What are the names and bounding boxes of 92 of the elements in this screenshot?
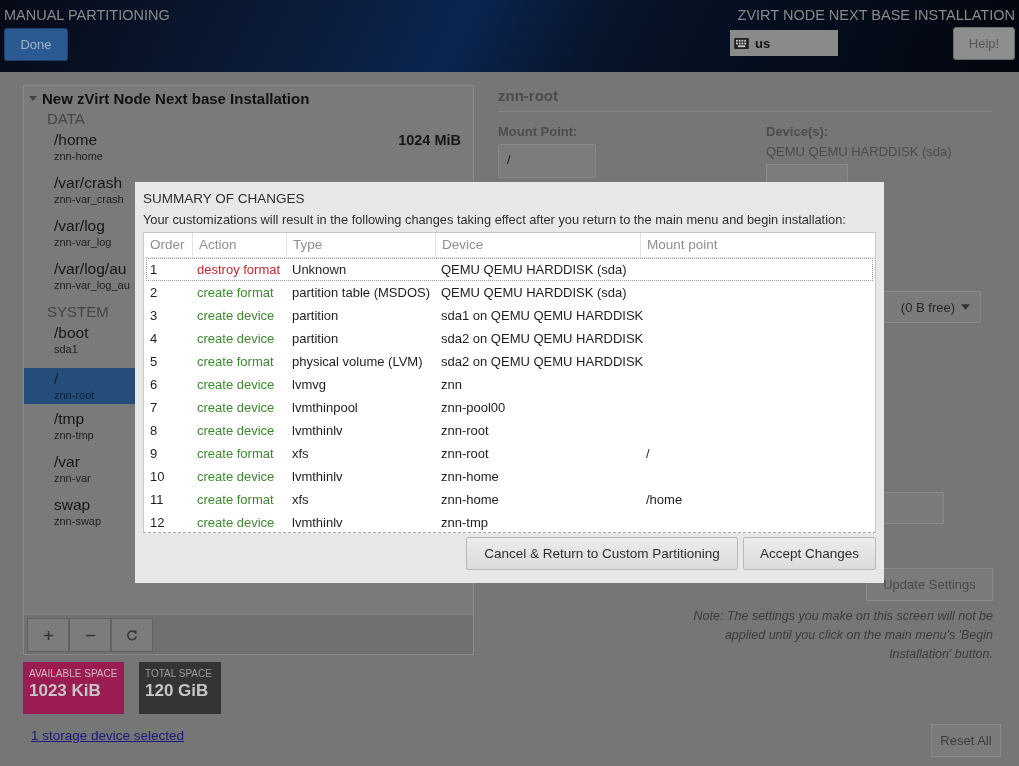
page-title: MANUAL PARTITIONING bbox=[4, 7, 170, 23]
column-header[interactable]: Mount point bbox=[640, 233, 875, 257]
table-cell-text: xfs bbox=[291, 446, 310, 461]
table-cell-text: QEMU QEMU HARDDISK (sda) bbox=[440, 285, 628, 300]
table-cell-text: 8 bbox=[149, 423, 159, 438]
table-cell-text: create format bbox=[196, 492, 275, 507]
table-cell-text: lvmthinlv bbox=[291, 469, 344, 484]
table-cell-text: 12 bbox=[149, 515, 166, 530]
reset-all-button[interactable]: Reset All bbox=[931, 724, 1001, 757]
table-row[interactable]: 5 create format physical volume (LVM) sda2 on QEMU QEMU HARDDISK bbox=[146, 350, 873, 373]
column-header[interactable]: Action bbox=[192, 233, 286, 257]
dialog-title: SUMMARY OF CHANGES bbox=[143, 191, 306, 206]
table-cell-text: / bbox=[645, 446, 651, 461]
table-row[interactable]: 9 create format xfs znn-root / bbox=[146, 442, 873, 465]
table-cell-text: create device bbox=[196, 469, 276, 484]
table-cell-text: znn-tmp bbox=[440, 515, 489, 530]
table-cell-text: physical volume (LVM) bbox=[291, 354, 424, 369]
table-cell-text: lvmthinlv bbox=[291, 515, 344, 530]
table-cell-text: znn-pool00 bbox=[440, 400, 507, 415]
column-header[interactable]: Order bbox=[144, 233, 192, 257]
add-button[interactable] bbox=[27, 618, 69, 652]
table-row[interactable]: 11 create format xfs znn-home /home bbox=[146, 488, 873, 511]
table-cell-text: 11 bbox=[149, 492, 165, 507]
table-cell-text: partition table (MSDOS) bbox=[291, 285, 431, 300]
table-cell-text: 9 bbox=[149, 446, 159, 461]
table-cell-text: xfs bbox=[291, 492, 310, 507]
help-button[interactable]: Help! bbox=[953, 27, 1015, 60]
table-row[interactable]: 12 create device lvmthinlv znn-tmp bbox=[146, 511, 873, 532]
table-cell-text: create device bbox=[196, 331, 276, 346]
table-cell-text: znn-root bbox=[440, 446, 490, 461]
cancel-button[interactable]: Cancel & Return to Custom Partitioning bbox=[466, 537, 738, 570]
table-row[interactable]: 8 create device lvmthinlv znn-root bbox=[146, 419, 873, 442]
installation-title: New zVirt Node Next base Installation bbox=[42, 89, 310, 107]
table-cell-text: 1 bbox=[149, 262, 159, 277]
table-cell-text: znn-home bbox=[440, 469, 500, 484]
remove-button[interactable] bbox=[69, 618, 111, 652]
table-row[interactable]: 7 create device lvmthinpool znn-pool00 bbox=[146, 396, 873, 419]
table-row[interactable]: 3 create device partition sda1 on QEMU QEMU HARDDISK bbox=[146, 304, 873, 327]
table-row[interactable]: 10 create device lvmthinlv znn-home bbox=[146, 465, 873, 488]
table-cell-text: lvmvg bbox=[291, 377, 327, 392]
refresh-button[interactable] bbox=[111, 618, 153, 652]
partition-item[interactable]: /home 1024 MiB znn-home bbox=[24, 129, 473, 172]
dropdown-caret-icon bbox=[961, 304, 970, 310]
table-cell-text: create device bbox=[196, 423, 276, 438]
accept-changes-button[interactable]: Accept Changes bbox=[743, 537, 876, 570]
table-cell-text: /home bbox=[645, 492, 684, 507]
table-cell-text: sda1 on QEMU QEMU HARDDISK bbox=[440, 308, 643, 323]
table-cell-text: create format bbox=[196, 446, 275, 461]
column-header[interactable]: Type bbox=[286, 233, 435, 257]
available-space-box: AVAILABLE SPACE 1023 KiB bbox=[23, 662, 124, 714]
table-cell-text: Unknown bbox=[291, 262, 348, 277]
table-row[interactable]: 4 create device partition sda2 on QEMU QEMU HARDDISK bbox=[146, 327, 873, 350]
table-cell-text: partition bbox=[291, 331, 340, 346]
table-cell-text: destroy format bbox=[196, 262, 282, 277]
mount-point-field[interactable]: / bbox=[498, 144, 596, 178]
table-cell-text: 3 bbox=[149, 308, 159, 323]
table-cell-text: 7 bbox=[149, 400, 159, 415]
table-cell-text: create device bbox=[196, 308, 276, 323]
table-cell-text: create format bbox=[196, 285, 275, 300]
table-cell-text: 2 bbox=[149, 285, 159, 300]
keyboard-layout-field[interactable]: us bbox=[730, 30, 838, 56]
table-cell-text: QEMU QEMU HARDDISK (sda) bbox=[440, 262, 628, 277]
done-button[interactable]: Done bbox=[4, 28, 68, 61]
table-cell-text: znn-home bbox=[440, 492, 500, 507]
table-cell-text: 4 bbox=[149, 331, 159, 346]
table-cell-text: partition bbox=[291, 308, 340, 323]
keyboard-icon bbox=[734, 37, 749, 49]
column-header[interactable]: Device bbox=[435, 233, 640, 257]
table-cell-text: create format bbox=[196, 354, 275, 369]
table-cell-text: 10 bbox=[149, 469, 166, 484]
table-row[interactable]: 1 destroy format Unknown QEMU QEMU HARDDISK (sda) bbox=[146, 258, 873, 281]
total-space-box: TOTAL SPACE 120 GiB bbox=[139, 662, 221, 714]
storage-device-link[interactable]: 1 storage device selected bbox=[31, 728, 185, 743]
table-cell-text: znn bbox=[440, 377, 463, 392]
table-row[interactable]: 6 create device lvmvg znn bbox=[146, 373, 873, 396]
table-cell-text: create device bbox=[196, 400, 276, 415]
table-cell-text: create device bbox=[196, 515, 276, 530]
table-cell-text: sda2 on QEMU QEMU HARDDISK bbox=[440, 331, 643, 346]
table-cell-text: znn-root bbox=[440, 423, 490, 438]
plus-icon bbox=[42, 629, 54, 641]
table-cell-text: lvmthinlv bbox=[291, 423, 344, 438]
table-cell-text: 5 bbox=[149, 354, 159, 369]
table-cell-text: 6 bbox=[149, 377, 159, 392]
product-title: ZVIRT NODE NEXT BASE INSTALLATION bbox=[737, 7, 1015, 23]
table-cell-text: lvmthinpool bbox=[291, 400, 359, 415]
dialog-message: Your customizations will result in the following changes taking effect after you return to the main menu and begin installation: bbox=[143, 212, 847, 227]
refresh-icon bbox=[126, 629, 138, 641]
table-row[interactable]: 2 create format partition table (MSDOS) QEMU QEMU HARDDISK (sda) bbox=[146, 281, 873, 304]
settings-note: Note: The settings you make on this screen will not be applied until you click on the main menu's 'Begin Installation' button. bbox=[692, 608, 993, 663]
table-cell-text: sda2 on QEMU QEMU HARDDISK bbox=[440, 354, 643, 369]
caret-icon[interactable] bbox=[28, 93, 38, 103]
table-cell-text: create device bbox=[196, 377, 276, 392]
